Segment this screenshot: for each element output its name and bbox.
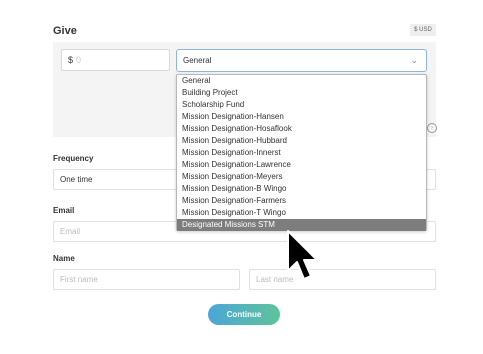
continue-button[interactable]: Continue [208, 304, 280, 325]
fund-option[interactable]: General [177, 75, 426, 87]
fund-option[interactable]: Mission Designation-Innerst [177, 147, 426, 159]
email-placeholder: Email [60, 227, 81, 236]
amount-input[interactable]: $0 [61, 49, 170, 71]
currency-badge[interactable]: $ USD [410, 24, 436, 36]
frequency-label: Frequency [53, 154, 94, 163]
fund-option[interactable]: Mission Designation-Hosaflook [177, 123, 426, 135]
fund-option[interactable]: Mission Designation-B Wingo [177, 183, 426, 195]
fund-option[interactable]: Mission Designation-Hubbard [177, 135, 426, 147]
name-label: Name [53, 254, 75, 263]
email-label: Email [53, 206, 75, 215]
fund-option[interactable]: Mission Designation-Lawrence [177, 159, 426, 171]
give-title: Give [53, 25, 77, 37]
amount-placeholder: 0 [76, 55, 82, 65]
fund-select[interactable]: General ⌄ [176, 49, 427, 72]
fund-option[interactable]: Mission Designation-T Wingo [177, 207, 426, 219]
fund-option[interactable]: Mission Designation-Meyers [177, 171, 426, 183]
fund-dropdown-list[interactable]: General Building Project Scholarship Fund M… [176, 74, 427, 231]
fund-option[interactable]: Mission Designation-Farmers [177, 195, 426, 207]
fund-option[interactable]: Mission Designation-Hansen [177, 111, 426, 123]
last-name-field[interactable]: Last name [249, 269, 436, 290]
fund-option[interactable]: Scholarship Fund [177, 99, 426, 111]
mouse-pointer-icon [287, 230, 318, 280]
chevron-down-icon: ⌄ [410, 55, 418, 65]
first-name-field[interactable]: First name [53, 269, 240, 290]
fund-option[interactable]: Building Project [177, 87, 426, 99]
first-name-placeholder: First name [60, 275, 98, 284]
fund-select-value: General [183, 56, 212, 65]
currency-prefix: $ [68, 55, 74, 65]
info-icon[interactable]: › [427, 123, 437, 133]
frequency-value: One time [60, 175, 93, 184]
